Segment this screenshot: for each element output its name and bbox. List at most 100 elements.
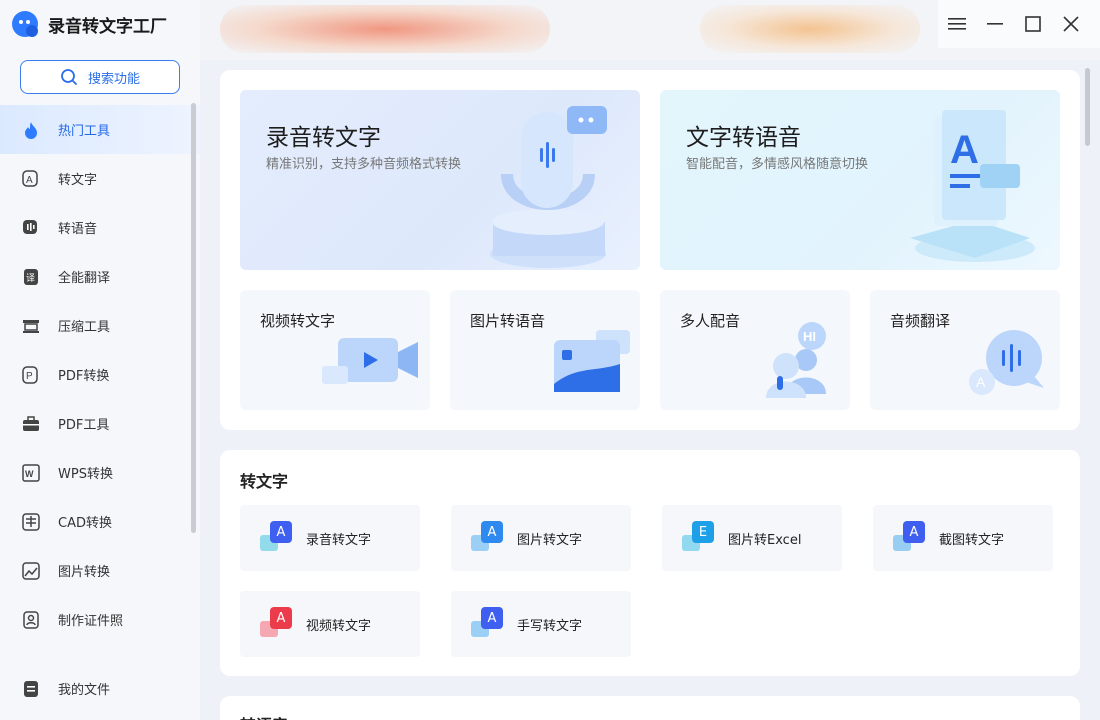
close-icon[interactable] [1052,0,1090,48]
minimize-icon[interactable] [976,0,1014,48]
sidebar-item-label: 全能翻译 [58,271,111,286]
menu-icon[interactable] [938,0,976,48]
tool-handwriting-to-text[interactable]: A 手写转文字 [451,591,631,657]
svg-text:译: 译 [26,273,35,284]
app-title: 录音转文字工厂 [48,16,167,37]
maximize-icon[interactable] [1014,0,1052,48]
main-scrollbar[interactable] [1085,68,1090,146]
document-illustration-icon: A [910,110,1035,262]
svg-text:A: A [26,175,33,186]
sidebar-item-label: WPS转换 [58,467,113,482]
tool-image-to-text[interactable]: A 图片转文字 [451,505,631,571]
window-controls [938,0,1100,48]
quick-audio-translate[interactable]: 音频翻译 A [870,290,1060,410]
svg-text:P: P [26,371,33,382]
section-title: 转语音 [240,712,288,720]
flame-icon [22,121,40,139]
hero-text-to-speech[interactable]: 文字转语音 智能配音，多情感风格随意切换 A [660,90,1060,270]
id-photo-icon [22,610,40,629]
svg-text:HI: HI [803,329,816,344]
tool-audio-to-text[interactable]: A 录音转文字 [240,505,420,571]
sidebar-item-wps-convert[interactable]: W WPS转换 [0,448,200,497]
video-play-icon [322,338,418,384]
quick-title: 视频转文字 [260,312,336,330]
sidebar-item-image-convert[interactable]: 图片转换 [0,546,200,595]
compress-icon [22,317,40,335]
sidebar-item-to-text[interactable]: A 转文字 [0,154,200,203]
image-icon [22,561,40,580]
toolbox-icon [22,415,40,433]
image-picture-icon [554,330,630,392]
sidebar-item-id-photo[interactable]: 制作证件照 [0,595,200,644]
tool-video-to-text[interactable]: A 视频转文字 [240,591,420,657]
file-icon [22,680,40,698]
search-label: 搜索功能 [87,71,140,87]
wps-icon: W [22,463,40,482]
sidebar-item-compress[interactable]: 压缩工具 [0,301,200,350]
hero-subtitle: 智能配音，多情感风格随意切换 [686,157,869,172]
sidebar-item-to-speech[interactable]: 转语音 [0,203,200,252]
quick-multi-dubbing[interactable]: 多人配音 HI [660,290,850,410]
tool-label: 录音转文字 [306,532,372,548]
text-a-icon: A [22,169,40,188]
handwriting-icon: A [471,607,505,641]
sidebar-item-cad-convert[interactable]: CAD转换 [0,497,200,546]
section-title: 转文字 [240,472,289,491]
sidebar-item-pdf-tools[interactable]: PDF工具 [0,399,200,448]
tool-label: 截图转文字 [939,532,1005,548]
sidebar-item-label: 我的文件 [58,683,111,698]
pdf-icon: P [22,365,40,384]
app-header: 录音转文字工厂 [12,10,167,38]
sidebar-nav: 热门工具 A 转文字 转语音 译 全能翻译 压缩工具 P PDF转换 PDF工具… [0,105,200,644]
sidebar-item-hot-tools[interactable]: 热门工具 [0,105,200,154]
people-icon: HI [766,322,826,398]
tool-label: 图片转文字 [517,532,583,548]
hero-subtitle: 精准识别，支持多种音频格式转换 [266,157,462,172]
microphone-illustration-icon [490,106,607,268]
search-button[interactable]: 搜索功能 [20,60,180,94]
quick-image-to-speech[interactable]: 图片转语音 [450,290,640,410]
section-card-to-text: 转文字 A 录音转文字 A 图片转文字 E 图片转Excel A 截图转文字 A… [220,450,1080,676]
audio-text-icon: A [260,521,294,555]
translate-icon: 译 [22,268,40,286]
sidebar-item-label: PDF转换 [58,369,110,384]
excel-icon: E [682,521,716,555]
banner-ad[interactable] [700,5,920,53]
quick-video-to-text[interactable]: 视频转文字 [240,290,430,410]
cad-icon [22,512,40,531]
sidebar-item-translate[interactable]: 译 全能翻译 [0,252,200,301]
hero-title: 录音转文字 [266,125,381,151]
voice-icon [22,219,40,237]
svg-text:W: W [25,469,34,479]
sidebar-item-label: 热门工具 [58,124,111,139]
sidebar-item-label: 转文字 [58,173,98,188]
hero-title: 文字转语音 [686,125,801,151]
sidebar-bottom: 我的文件 [0,664,200,713]
section-card-to-speech: 转语音 [220,696,1080,720]
tool-label: 图片转Excel [728,532,802,548]
banner-ad[interactable] [220,5,550,53]
tool-label: 视频转文字 [306,618,372,634]
sidebar-scrollbar[interactable] [191,103,196,533]
quick-title: 图片转语音 [470,312,546,330]
sidebar: 录音转文字工厂 搜索功能 热门工具 A 转文字 转语音 译 全能翻译 压缩工具 … [0,0,200,720]
svg-text:A: A [950,128,979,172]
search-icon [61,69,77,85]
app-logo-icon [12,11,38,37]
hero-audio-to-text[interactable]: 录音转文字 精准识别，支持多种音频格式转换 [240,90,640,270]
sidebar-item-label: PDF工具 [58,418,110,433]
tool-image-to-excel[interactable]: E 图片转Excel [662,505,842,571]
sidebar-item-label: CAD转换 [58,516,112,531]
video-text-icon: A [260,607,294,641]
top-banner [200,0,1100,60]
sidebar-item-label: 图片转换 [58,565,111,580]
tool-label: 手写转文字 [517,618,583,634]
tool-screenshot-to-text[interactable]: A 截图转文字 [873,505,1053,571]
sidebar-item-label: 制作证件照 [58,614,124,629]
sidebar-item-my-files[interactable]: 我的文件 [0,664,200,713]
image-text-icon: A [471,521,505,555]
sidebar-item-label: 压缩工具 [58,320,111,335]
sidebar-item-pdf-convert[interactable]: P PDF转换 [0,350,200,399]
quick-title: 音频翻译 [890,312,951,330]
svg-text:A: A [976,374,986,390]
